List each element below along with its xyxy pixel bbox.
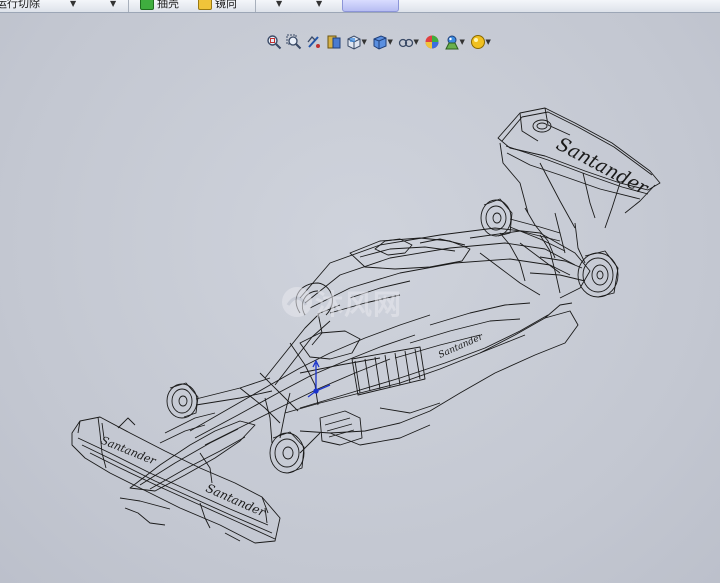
- mirror-button[interactable]: 镜向: [198, 0, 237, 11]
- rear-wing-logo-text: Santander: [553, 133, 654, 200]
- triad: [307, 359, 331, 398]
- watermark-text: 沐风网: [315, 288, 403, 321]
- graphics-viewport[interactable]: ▼ ▼ ▼ ▼ ▼ Santander Santander Santander …: [0, 13, 720, 583]
- chevron-down-icon[interactable]: ▼: [110, 0, 116, 8]
- mirror-label: 镜向: [215, 0, 237, 10]
- shell-button[interactable]: 抽壳: [140, 0, 179, 11]
- shell-label: 抽壳: [157, 0, 179, 10]
- command-toolbar: 运行切除 ▼ ▼ 抽壳 镜向 ▼ ▼: [0, 0, 720, 13]
- extruded-cut-button[interactable]: 运行切除: [0, 0, 40, 11]
- active-tab-button[interactable]: [342, 0, 399, 12]
- rear-left-wheel: [480, 198, 513, 237]
- toolbar-divider: [128, 0, 129, 12]
- front-right-wheel: [269, 431, 305, 474]
- toolbar-divider: [255, 0, 256, 12]
- watermark: 沐风网: [280, 281, 445, 321]
- front-wing-right-logo-text: Santander: [204, 481, 269, 520]
- chevron-down-icon[interactable]: ▼: [70, 0, 76, 8]
- rear-wing: [497, 107, 661, 229]
- mirror-icon: [198, 0, 212, 10]
- suspension-arms: [195, 218, 586, 454]
- chevron-down-icon[interactable]: ▼: [316, 0, 322, 8]
- sidepod-logo-text: Santander: [437, 332, 485, 361]
- chevron-down-icon[interactable]: ▼: [276, 0, 282, 8]
- radiator-fins: [319, 346, 426, 446]
- rear-right-wheel: [577, 250, 619, 298]
- watermark-logo-icon: [282, 287, 312, 317]
- shell-icon: [140, 0, 154, 10]
- front-left-wheel: [166, 382, 199, 419]
